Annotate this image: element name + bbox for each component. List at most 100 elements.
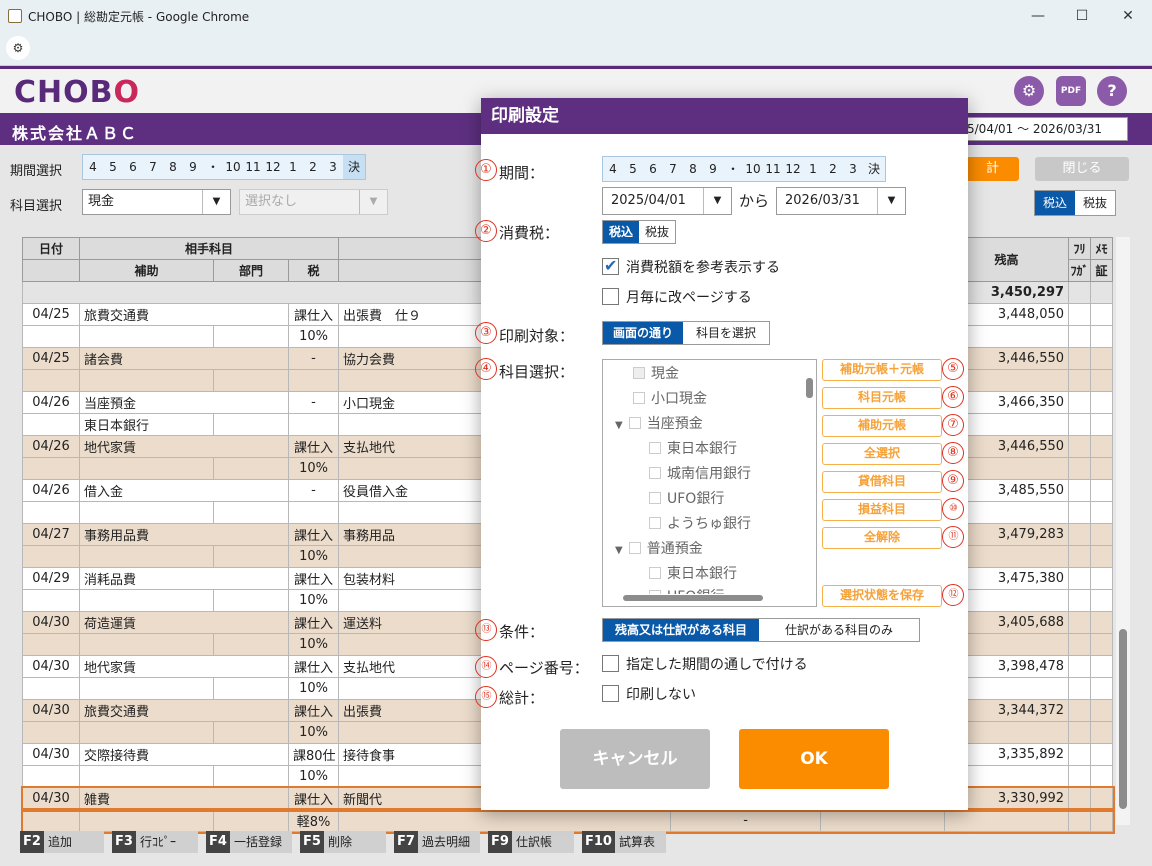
fkey-f10[interactable]: F10 試算表 (582, 831, 666, 853)
month-cell[interactable]: 7 (143, 155, 163, 179)
month-cell[interactable]: 8 (163, 155, 183, 179)
cell-date: 04/30 (22, 743, 80, 766)
fkey-f5[interactable]: F5 削除 (300, 831, 386, 853)
fkey-f3[interactable]: F3 行ｺﾋﾟｰ (112, 831, 198, 853)
account-select[interactable]: 現金 ▼ (82, 189, 231, 215)
fkey-f4[interactable]: F4 一括登録 (206, 831, 292, 853)
table-row-sub[interactable]: 軽8% - (20, 807, 1115, 834)
gear-icon[interactable]: ⚙ (1014, 76, 1044, 106)
scrollbar-thumb[interactable] (623, 595, 763, 601)
dialog-tax-in[interactable]: 税込 (603, 221, 640, 243)
save-selection-button[interactable]: 選択状態を保存 (822, 585, 942, 607)
month-cell[interactable]: 5 (623, 157, 643, 181)
account-tree[interactable]: 現金 小口現金 ▼ 当座預金 東日本銀行 城南信用銀行 UFO銀行 ようちゅ銀行 … (602, 359, 817, 607)
month-cell[interactable]: ・ (203, 155, 223, 179)
fkey-f2[interactable]: F2 追加 (20, 831, 104, 853)
month-cell[interactable]: ・ (723, 157, 743, 181)
tree-item[interactable]: 小口現金 (633, 388, 707, 408)
tree-item[interactable]: 東日本銀行 (649, 438, 737, 458)
month-cell[interactable]: 8 (683, 157, 703, 181)
col-counter-account: 相手科目 (78, 237, 340, 260)
tree-vertical-scrollbar[interactable] (804, 362, 814, 592)
fkey-f7[interactable]: F7 過去明細 (394, 831, 480, 853)
tax-in-option[interactable]: 税込 (1035, 191, 1076, 215)
month-cell[interactable]: 9 (183, 155, 203, 179)
tree-item[interactable]: 城南信用銀行 (649, 463, 751, 483)
month-cell[interactable]: 7 (663, 157, 683, 181)
tree-item[interactable]: 東日本銀行 (649, 563, 737, 583)
minimize-button[interactable]: — (1018, 4, 1058, 28)
deselect-all-button[interactable]: 全解除 (822, 527, 942, 549)
cancel-button[interactable]: キャンセル (560, 729, 710, 789)
site-settings-icon[interactable]: ⚙ (6, 36, 30, 60)
month-cell[interactable]: 5 (103, 155, 123, 179)
month-cell[interactable]: 10 (743, 157, 763, 181)
sub-ledger-button[interactable]: 補助元帳 (822, 415, 942, 437)
print-target-toggle[interactable]: 画面の通り 科目を選択 (602, 321, 771, 345)
show-tax-checkbox[interactable] (602, 256, 619, 275)
fkey-label: 行ｺﾋﾟｰ (139, 835, 176, 849)
month-cell[interactable]: 3 (323, 155, 343, 179)
cell-date: 04/26 (22, 479, 80, 502)
month-cell[interactable]: 6 (123, 155, 143, 179)
month-cell[interactable]: 3 (843, 157, 863, 181)
month-cell[interactable]: 2 (823, 157, 843, 181)
cond-balance-or-entries[interactable]: 残高又は仕訳がある科目 (603, 619, 760, 641)
number-3-marker: ③ (475, 322, 497, 344)
cell-sub (79, 545, 214, 568)
month-cell[interactable]: 9 (703, 157, 723, 181)
month-cell[interactable]: 決 (343, 155, 365, 179)
close-button[interactable]: 閉じる (1035, 157, 1129, 181)
month-cell[interactable]: 4 (83, 155, 103, 179)
sub-and-main-ledger-button[interactable]: 補助元帳＋元帳 (822, 359, 942, 381)
select-all-button[interactable]: 全選択 (822, 443, 942, 465)
fkey-code: F3 (112, 831, 136, 853)
close-window-button[interactable]: ✕ (1108, 4, 1148, 28)
tree-item[interactable]: ▼ 普通預金 (615, 538, 703, 558)
fkey-f9[interactable]: F9 仕訳帳 (488, 831, 574, 853)
dialog-period-strip[interactable]: 4 5 6 7 8 9 ・ 10 11 12 1 2 3 決 (602, 156, 886, 182)
tree-item[interactable]: UFO銀行 (649, 488, 724, 508)
tree-item[interactable]: ▼ 当座預金 (615, 413, 703, 433)
tree-horizontal-scrollbar[interactable] (611, 594, 803, 602)
dialog-tax-out[interactable]: 税抜 (639, 221, 675, 243)
month-cell[interactable]: 12 (783, 157, 803, 181)
ok-button[interactable]: OK (739, 729, 889, 789)
month-cell[interactable]: 6 (643, 157, 663, 181)
tree-item[interactable]: 現金 (633, 363, 679, 383)
account-ledger-button[interactable]: 科目元帳 (822, 387, 942, 409)
balance-sheet-accounts-button[interactable]: 貸借科目 (822, 471, 942, 493)
period-month-strip[interactable]: 4 5 6 7 8 9 ・ 10 11 12 1 2 3 決 (82, 154, 366, 180)
page-number-checkbox[interactable] (602, 655, 619, 672)
monthly-page-checkbox[interactable] (602, 288, 619, 305)
month-cell[interactable]: 決 (863, 157, 885, 181)
month-cell[interactable]: 2 (303, 155, 323, 179)
dialog-tax-toggle[interactable]: 税込 税抜 (602, 220, 677, 244)
month-cell[interactable]: 12 (263, 155, 283, 179)
month-cell[interactable]: 10 (223, 155, 243, 179)
date-to-select[interactable]: 2026/03/31 ▼ (776, 187, 906, 215)
calc-button[interactable]: 計 (966, 157, 1019, 181)
cond-entries-only[interactable]: 仕訳がある科目のみ (759, 619, 919, 641)
target-select-option[interactable]: 科目を選択 (683, 322, 769, 344)
month-cell[interactable]: 1 (803, 157, 823, 181)
date-from-select[interactable]: 2025/04/01 ▼ (602, 187, 732, 215)
tree-item[interactable]: ようちゅ銀行 (649, 513, 751, 533)
table-scrollbar[interactable] (1116, 237, 1130, 825)
tax-out-option[interactable]: 税抜 (1075, 191, 1115, 215)
pdf-icon[interactable]: PDF (1056, 76, 1086, 106)
pl-accounts-button[interactable]: 損益科目 (822, 499, 942, 521)
tax-label: 消費税： (499, 224, 560, 242)
scrollbar-thumb[interactable] (1119, 629, 1127, 809)
month-cell[interactable]: 4 (603, 157, 623, 181)
condition-toggle[interactable]: 残高又は仕訳がある科目 仕訳がある科目のみ (602, 618, 921, 642)
scrollbar-thumb[interactable] (806, 378, 813, 398)
target-screen-option[interactable]: 画面の通り (603, 322, 684, 344)
month-cell[interactable]: 11 (763, 157, 783, 181)
maximize-button[interactable]: ☐ (1062, 4, 1102, 28)
help-icon[interactable]: ? (1097, 76, 1127, 106)
total-checkbox[interactable] (602, 685, 619, 702)
month-cell[interactable]: 11 (243, 155, 263, 179)
month-cell[interactable]: 1 (283, 155, 303, 179)
tax-toggle[interactable]: 税込 税抜 (1034, 190, 1117, 216)
